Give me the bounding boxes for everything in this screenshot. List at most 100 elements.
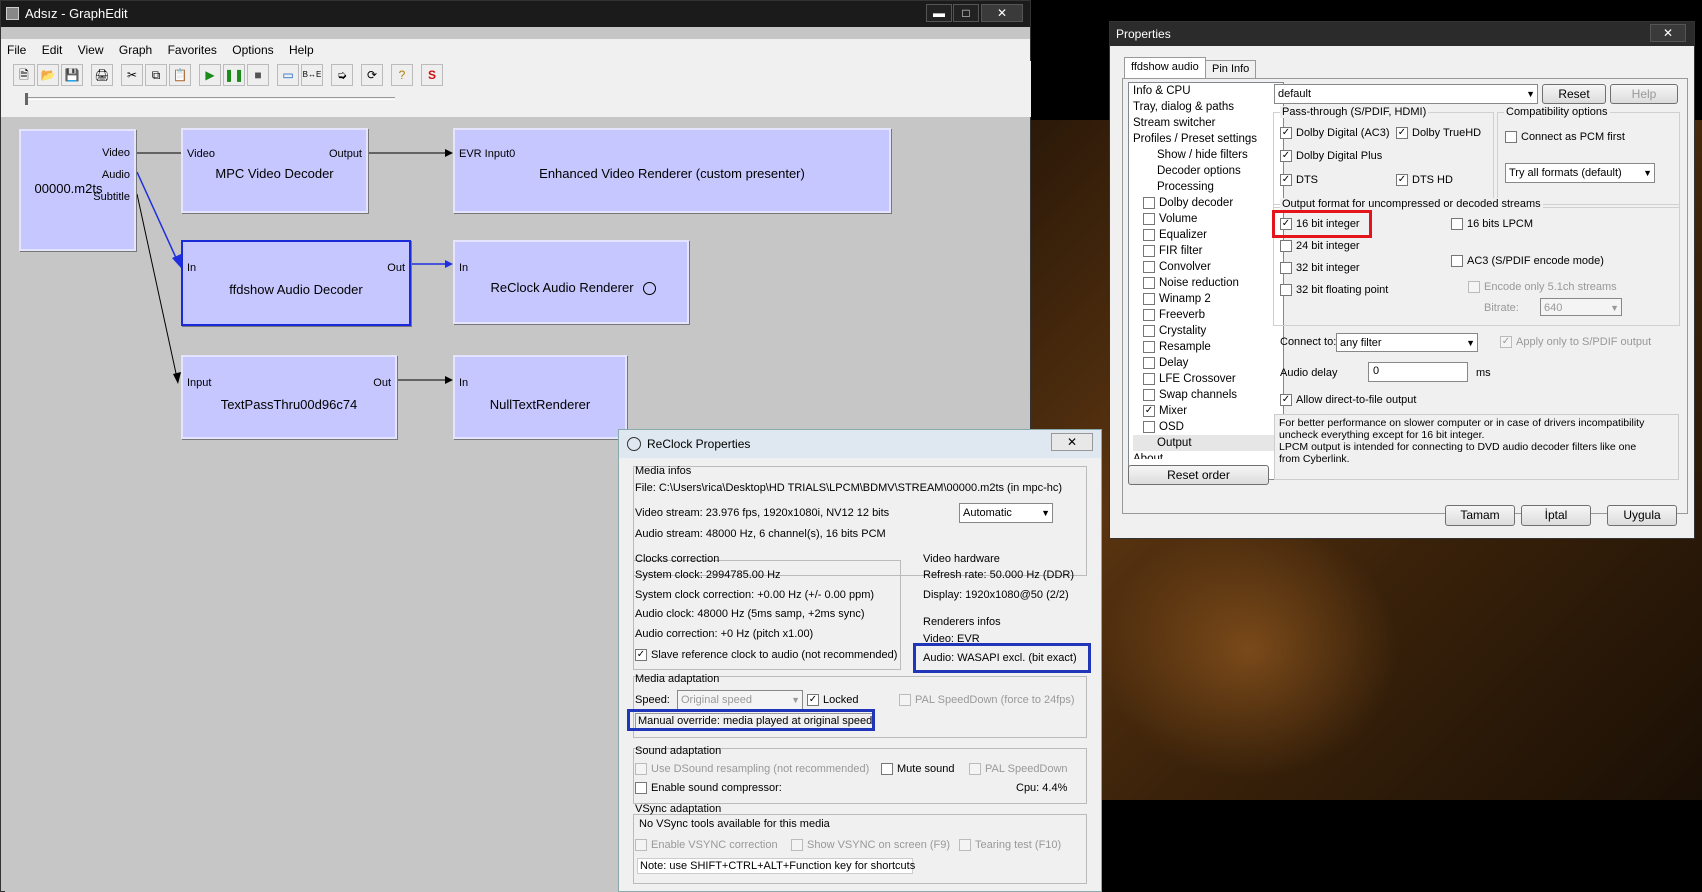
- spy-icon[interactable]: S: [421, 64, 443, 86]
- mute-checkbox[interactable]: [881, 763, 893, 776]
- pin-audio[interactable]: Audio: [102, 169, 130, 181]
- tree-item-about[interactable]: About: [1133, 451, 1283, 459]
- dsound-checkbox[interactable]: [635, 763, 647, 776]
- mute-option[interactable]: Mute sound: [881, 763, 954, 776]
- connect-to-select[interactable]: any filter ▼: [1336, 333, 1478, 352]
- menu-options[interactable]: Options: [226, 39, 279, 57]
- new-file-icon[interactable]: 🗎: [13, 64, 35, 86]
- mixer-checkbox[interactable]: ✓: [1143, 404, 1155, 417]
- pal-option[interactable]: PAL SpeedDown (force to 24fps): [899, 694, 1075, 707]
- stop-icon[interactable]: ■: [247, 64, 269, 86]
- reset-order-button[interactable]: Reset order: [1128, 465, 1269, 485]
- tree-item-resample[interactable]: Resample: [1133, 339, 1283, 355]
- ac3-checkbox[interactable]: ✓: [1280, 127, 1292, 140]
- graphedit-titlebar[interactable]: Adsız - GraphEdit ▬ □ ✕: [1, 1, 1030, 27]
- tree-item-processing[interactable]: Processing: [1133, 179, 1283, 195]
- slave-checkbox[interactable]: ✓: [635, 649, 647, 662]
- pin-evr-in[interactable]: EVR Input0: [459, 148, 515, 160]
- tree-item-fir[interactable]: FIR filter: [1133, 243, 1283, 259]
- fir-checkbox[interactable]: [1143, 244, 1155, 257]
- locked-option[interactable]: ✓ Locked: [807, 694, 858, 707]
- ok-button[interactable]: Tamam: [1445, 505, 1515, 526]
- dts-option[interactable]: ✓ DTS: [1280, 174, 1318, 187]
- connect-filters-icon[interactable]: B↔E: [301, 64, 323, 86]
- volume-checkbox[interactable]: [1143, 212, 1155, 225]
- menu-edit[interactable]: Edit: [36, 39, 69, 57]
- menu-favorites[interactable]: Favorites: [162, 39, 223, 57]
- filter-ffdshow-audio[interactable]: In Out ffdshow Audio Decoder: [181, 240, 411, 326]
- truehd-checkbox[interactable]: ✓: [1396, 127, 1408, 140]
- delay-checkbox[interactable]: [1143, 356, 1155, 369]
- insert-filter-icon[interactable]: ▭: [277, 64, 299, 86]
- properties-close-button[interactable]: ✕: [1650, 24, 1686, 42]
- vsync-screen-checkbox[interactable]: [791, 839, 803, 852]
- compressor-checkbox[interactable]: [635, 782, 647, 795]
- preset-select[interactable]: default ▼: [1274, 84, 1538, 104]
- reclock-close-button[interactable]: ✕: [1051, 433, 1093, 451]
- freeverb-checkbox[interactable]: [1143, 308, 1155, 321]
- reset-button[interactable]: Reset: [1542, 84, 1606, 104]
- filter-reclock[interactable]: In ReClock Audio Renderer: [453, 240, 689, 324]
- ac3enc-option[interactable]: AC3 (S/PDIF encode mode): [1451, 255, 1604, 268]
- spdif-only-option[interactable]: ✓ Apply only to S/PDIF output: [1500, 336, 1651, 349]
- pin-mpc-out[interactable]: Output: [329, 148, 362, 160]
- pin-nulltext-in[interactable]: In: [459, 377, 468, 389]
- tree-item-switcher[interactable]: Stream switcher: [1133, 115, 1283, 131]
- tab-pin-info[interactable]: Pin Info: [1205, 60, 1257, 78]
- delay-input[interactable]: 0: [1368, 362, 1468, 382]
- pal-speeddown-option[interactable]: PAL SpeedDown: [969, 763, 1068, 776]
- cancel-button[interactable]: İptal: [1521, 505, 1591, 526]
- pin-subtitle[interactable]: Subtitle: [93, 191, 130, 203]
- seek-slider[interactable]: [25, 97, 395, 100]
- speed-select[interactable]: Original speed ▼: [677, 690, 803, 710]
- tearing-checkbox[interactable]: [959, 839, 971, 852]
- tree-item-dolby[interactable]: Dolby decoder: [1133, 195, 1283, 211]
- tree-item-tray[interactable]: Tray, dialog & paths: [1133, 99, 1283, 115]
- ac3-option[interactable]: ✓ Dolby Digital (AC3): [1280, 127, 1390, 140]
- tree-item-lfe[interactable]: LFE Crossover: [1133, 371, 1283, 387]
- maximize-button[interactable]: □: [953, 4, 979, 22]
- ddplus-option[interactable]: ✓ Dolby Digital Plus: [1280, 150, 1382, 163]
- pcmfirst-option[interactable]: Connect as PCM first: [1505, 131, 1625, 144]
- menu-file[interactable]: File: [1, 39, 32, 57]
- automatic-select[interactable]: Automatic ▼: [959, 503, 1053, 523]
- copy-icon[interactable]: ⧉: [145, 64, 167, 86]
- try-formats-select[interactable]: Try all formats (default) ▼: [1505, 163, 1655, 183]
- help-icon[interactable]: ?: [391, 64, 413, 86]
- pcmfirst-checkbox[interactable]: [1505, 131, 1517, 144]
- menu-help[interactable]: Help: [283, 39, 320, 57]
- lpcm16-checkbox[interactable]: [1451, 218, 1463, 231]
- pause-icon[interactable]: ❚❚: [223, 64, 245, 86]
- tree-item-showhide[interactable]: Show / hide filters: [1133, 147, 1283, 163]
- vsync-correction-option[interactable]: Enable VSYNC correction: [635, 839, 778, 852]
- pin-ffdshow-out[interactable]: Out: [387, 262, 405, 274]
- tree-item-osd[interactable]: OSD: [1133, 419, 1283, 435]
- dsound-option[interactable]: Use DSound resampling (not recommended): [635, 763, 869, 776]
- filter-mpc-video-decoder[interactable]: Video Output MPC Video Decoder: [181, 128, 368, 213]
- tree-item-crystality[interactable]: Crystality: [1133, 323, 1283, 339]
- tree-item-winamp[interactable]: Winamp 2: [1133, 291, 1283, 307]
- convolver-checkbox[interactable]: [1143, 260, 1155, 273]
- tree-item-equalizer[interactable]: Equalizer: [1133, 227, 1283, 243]
- menu-view[interactable]: View: [72, 39, 110, 57]
- paste-icon[interactable]: 📋: [169, 64, 191, 86]
- minimize-button[interactable]: ▬: [926, 4, 952, 22]
- direct-option[interactable]: ✓ Allow direct-to-file output: [1280, 394, 1416, 407]
- noise-checkbox[interactable]: [1143, 276, 1155, 289]
- vsync-correction-checkbox[interactable]: [635, 839, 647, 852]
- tree-item-info[interactable]: Info & CPU: [1133, 83, 1283, 99]
- open-folder-icon[interactable]: 📂: [37, 64, 59, 86]
- filter-evr[interactable]: EVR Input0 Enhanced Video Renderer (cust…: [453, 128, 891, 213]
- slave-option[interactable]: ✓ Slave reference clock to audio (not rec…: [635, 649, 897, 662]
- direct-checkbox[interactable]: ✓: [1280, 394, 1292, 407]
- filter-textpassthru[interactable]: Input Out TextPassThru00d96c74: [181, 355, 397, 439]
- enc51-checkbox[interactable]: [1468, 281, 1480, 294]
- tree-item-output[interactable]: Output: [1133, 435, 1283, 451]
- tree-item-delay[interactable]: Delay: [1133, 355, 1283, 371]
- swap-checkbox[interactable]: [1143, 388, 1155, 401]
- filter-source[interactable]: 00000.m2ts Video Audio Subtitle: [19, 129, 136, 251]
- pin-mpc-in[interactable]: Video: [187, 148, 215, 160]
- seek-slider-thumb[interactable]: [25, 93, 28, 105]
- tree-item-profiles[interactable]: Profiles / Preset settings: [1133, 131, 1283, 147]
- dtshd-option[interactable]: ✓ DTS HD: [1396, 174, 1453, 187]
